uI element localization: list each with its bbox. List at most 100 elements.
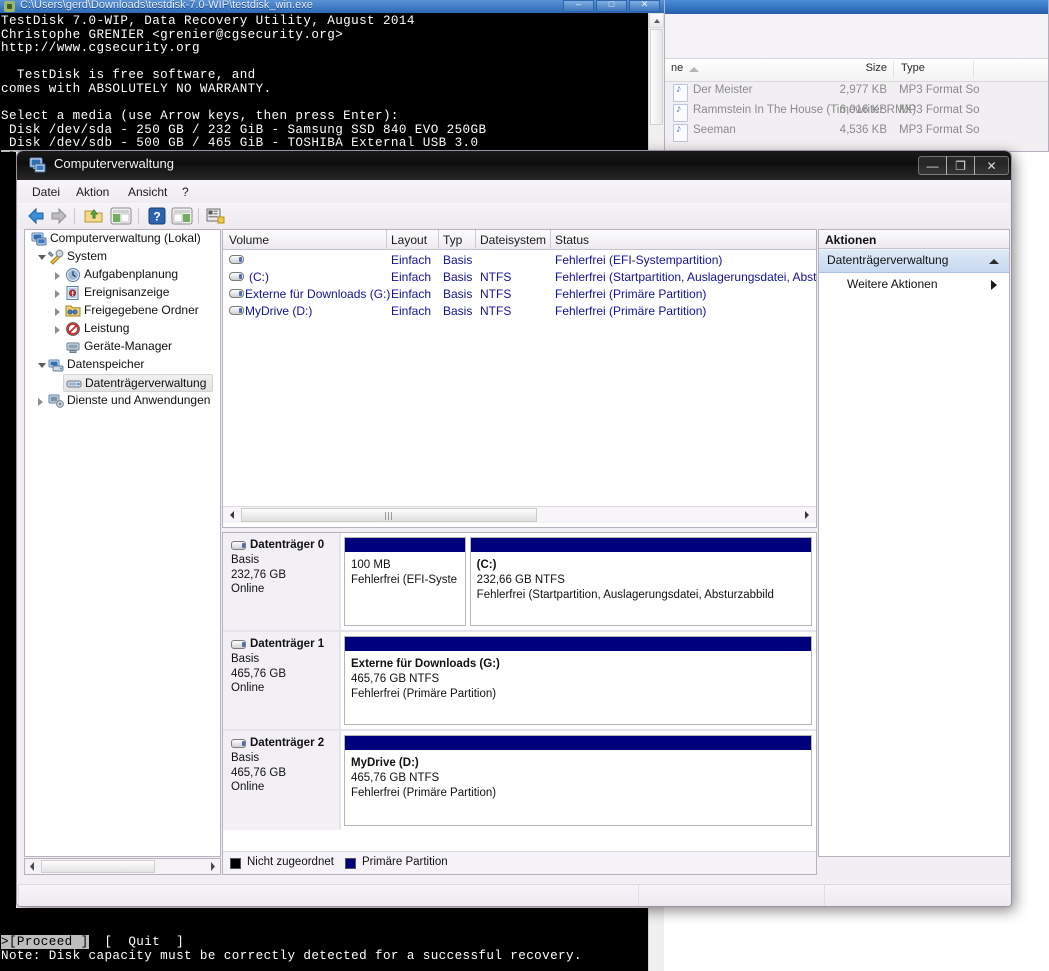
scroll-right-button[interactable]: [800, 508, 814, 522]
chevron-down-icon[interactable]: [38, 255, 46, 260]
console-close-button[interactable]: ✕: [629, 0, 660, 12]
column-divider[interactable]: [973, 61, 974, 78]
column-header-volume[interactable]: Volume: [229, 233, 269, 247]
console-proceed-button[interactable]: >[Proceed ]: [1, 935, 89, 949]
mmc-minimize-button[interactable]: —: [918, 156, 947, 175]
show-action-pane-icon[interactable]: [171, 207, 193, 225]
console-scrollbar[interactable]: [648, 13, 664, 152]
console-tree-pane[interactable]: Computerverwaltung (Lokal) System Aufgab…: [24, 229, 221, 857]
explorer-column-headers[interactable]: ne Size Type: [665, 59, 1048, 82]
column-header-typ[interactable]: Typ: [443, 233, 462, 247]
table-row[interactable]: Einfach Basis Fehlerfrei (EFI-Systempart…: [223, 252, 816, 269]
chevron-down-icon[interactable]: [38, 363, 46, 368]
chevron-right-icon[interactable]: [55, 326, 60, 334]
partition-d[interactable]: MyDrive (D:) 465,76 GB NTFS Fehlerfrei (…: [344, 735, 812, 826]
scrollbar-thumb[interactable]: [41, 860, 155, 873]
console-minimize-button[interactable]: –: [563, 0, 594, 12]
scroll-right-button[interactable]: [206, 859, 220, 874]
partition-efi[interactable]: 100 MB Fehlerfrei (EFI-Syste: [344, 537, 466, 626]
scroll-up-button[interactable]: [649, 13, 664, 28]
disk-row-1[interactable]: Datenträger 1 Basis 465,76 GB Online Ext…: [223, 632, 816, 731]
help-icon[interactable]: ?: [148, 207, 168, 225]
sidebar-item-task-scheduler[interactable]: Aufgabenplanung: [25, 266, 220, 284]
console-output[interactable]: TestDisk 7.0-WIP, Data Recovery Utility,…: [0, 13, 648, 152]
sidebar-item-event-viewer[interactable]: Ereignisanzeige: [25, 284, 220, 302]
partition-c[interactable]: (C:) 232,66 GB NTFS Fehlerfrei (Startpar…: [469, 537, 812, 626]
menu-help[interactable]: ?: [176, 184, 195, 200]
chevron-up-icon[interactable]: [989, 259, 999, 264]
chevron-right-icon[interactable]: [38, 398, 43, 406]
console-titlebar[interactable]: C:\Users\gerd\Downloads\testdisk-7.0-WIP…: [0, 0, 664, 14]
table-row[interactable]: Externe für Downloads (G:) Einfach Basis…: [223, 286, 816, 303]
disk-info-1[interactable]: Datenträger 1 Basis 465,76 GB Online: [223, 632, 341, 729]
menu-ansicht[interactable]: Ansicht: [122, 184, 173, 200]
actions-group-disk-management[interactable]: Datenträgerverwaltung: [819, 249, 1009, 273]
console-output-lower[interactable]: >[Proceed ] [ Quit ] Note: Disk capacity…: [0, 908, 664, 971]
scroll-left-button[interactable]: [25, 859, 39, 874]
actions-item-more[interactable]: Weitere Aktionen: [819, 273, 1009, 295]
volume-list-headers[interactable]: Volume Layout Typ Dateisystem Status: [223, 230, 816, 250]
refresh-icon[interactable]: [206, 207, 226, 225]
scroll-left-button[interactable]: [225, 508, 239, 522]
mmc-menubar[interactable]: Datei Aktion Ansicht ?: [18, 180, 1010, 204]
chevron-right-icon[interactable]: [55, 272, 60, 280]
sidebar-item-computer-management[interactable]: Computerverwaltung (Lokal): [25, 230, 220, 248]
sidebar-item-device-manager[interactable]: Geräte-Manager: [25, 338, 220, 356]
up-folder-icon[interactable]: [84, 207, 104, 225]
column-divider[interactable]: [386, 230, 387, 248]
explorer-file-list[interactable]: Der Meister 2,977 KB MP3 Format So Ramms…: [665, 82, 1048, 142]
show-console-tree-icon[interactable]: [110, 207, 132, 225]
console-quit-button[interactable]: [ Quit ]: [104, 935, 184, 949]
partition-g[interactable]: Externe für Downloads (G:) 465,76 GB NTF…: [344, 636, 812, 725]
back-arrow-icon[interactable]: [26, 207, 46, 225]
list-item[interactable]: Der Meister 2,977 KB MP3 Format So: [665, 82, 1048, 102]
explorer-window[interactable]: ne Size Type Der Meister 2,977 KB MP3 Fo…: [664, 0, 1049, 152]
sidebar-item-shared-folders[interactable]: Freigegebene Ordner: [25, 302, 220, 320]
menu-datei[interactable]: Datei: [26, 184, 66, 200]
disk-row-0[interactable]: Datenträger 0 Basis 232,76 GB Online 100…: [223, 533, 816, 632]
table-row[interactable]: MyDrive (D:) Einfach Basis NTFS Fehlerfr…: [223, 303, 816, 320]
disk-info-2[interactable]: Datenträger 2 Basis 465,76 GB Online: [223, 731, 341, 830]
sidebar-item-services-and-applications[interactable]: Dienste und Anwendungen: [25, 392, 220, 410]
forward-arrow-icon[interactable]: [49, 207, 69, 225]
actions-pane[interactable]: Aktionen Datenträgerverwaltung Weitere A…: [818, 229, 1010, 857]
volume-list-horizontal-scrollbar[interactable]: [223, 506, 816, 523]
chevron-right-icon[interactable]: [991, 280, 997, 290]
column-header-status[interactable]: Status: [555, 233, 589, 247]
column-divider[interactable]: [550, 230, 551, 248]
sidebar-item-label: Aufgabenplanung: [84, 267, 179, 281]
console-maximize-button[interactable]: □: [596, 0, 627, 12]
scrollbar-thumb[interactable]: [650, 29, 663, 125]
sidebar-item-storage[interactable]: Datenspeicher: [25, 356, 220, 374]
mmc-close-button[interactable]: ✕: [974, 156, 1009, 175]
sidebar-item-performance[interactable]: Leistung: [25, 320, 220, 338]
explorer-column-size[interactable]: Size: [841, 62, 887, 74]
column-header-dateisystem[interactable]: Dateisystem: [480, 233, 546, 247]
column-header-layout[interactable]: Layout: [391, 233, 427, 247]
volume-list[interactable]: Volume Layout Typ Dateisystem Status Ein…: [222, 229, 817, 528]
graphical-disk-view[interactable]: Datenträger 0 Basis 232,76 GB Online 100…: [222, 532, 817, 875]
column-divider[interactable]: [475, 230, 476, 248]
column-divider[interactable]: [893, 61, 894, 78]
sidebar-item-disk-management[interactable]: Datenträgerverwaltung: [63, 374, 213, 392]
menu-aktion[interactable]: Aktion: [70, 184, 115, 200]
disk-row-2[interactable]: Datenträger 2 Basis 465,76 GB Online MyD…: [223, 731, 816, 830]
column-divider[interactable]: [438, 230, 439, 248]
explorer-column-type[interactable]: Type: [901, 62, 925, 74]
mmc-maximize-button[interactable]: ❐: [946, 156, 975, 175]
chevron-right-icon[interactable]: [55, 290, 60, 298]
testdisk-console-window[interactable]: C:\Users\gerd\Downloads\testdisk-7.0-WIP…: [0, 0, 664, 152]
explorer-titlebar[interactable]: [665, 0, 1048, 14]
chevron-right-icon[interactable]: [55, 308, 60, 316]
list-item[interactable]: Seeman 4,536 KB MP3 Format So: [665, 122, 1048, 142]
mmc-titlebar[interactable]: Computerverwaltung — ❐ ✕: [17, 151, 1011, 180]
list-item[interactable]: Rammstein In The House (Timewriter RMX) …: [665, 102, 1048, 122]
tree-horizontal-scrollbar[interactable]: [24, 858, 221, 875]
computer-management-window[interactable]: Computerverwaltung — ❐ ✕ Datei Aktion An…: [16, 150, 1012, 907]
sidebar-item-system[interactable]: System: [25, 248, 220, 266]
disk-info-0[interactable]: Datenträger 0 Basis 232,76 GB Online: [223, 533, 341, 630]
table-row[interactable]: (C:) Einfach Basis NTFS Fehlerfrei (Star…: [223, 269, 816, 286]
scrollbar-thumb[interactable]: [241, 508, 537, 522]
explorer-column-name[interactable]: ne: [671, 62, 683, 74]
mmc-toolbar[interactable]: ?: [18, 203, 1010, 230]
